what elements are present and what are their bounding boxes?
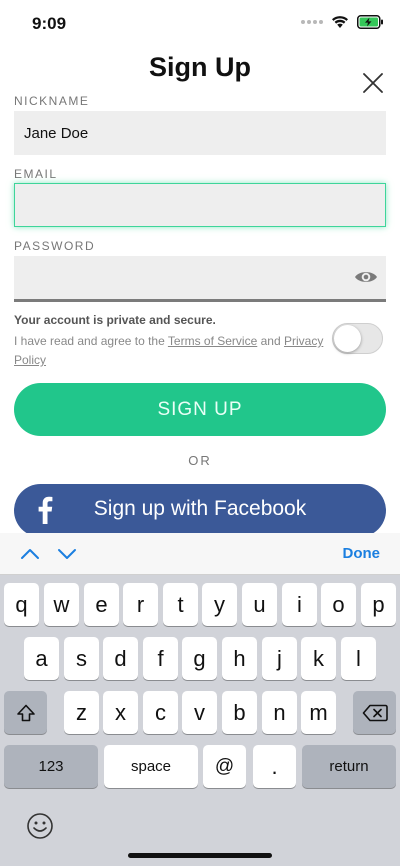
show-password-icon[interactable] [354,268,378,286]
close-icon[interactable] [360,70,386,96]
privacy-notice: Your account is private and secure. [14,313,216,327]
email-label: EMAIL [14,167,58,181]
terms-agreement-text: I have read and agree to the Terms of Se… [14,332,326,370]
terms-of-service-link[interactable]: Terms of Service [168,334,257,348]
status-time: 9:09 [32,14,67,33]
password-field-container [14,256,386,302]
password-field[interactable] [14,256,386,299]
facebook-button-label: Sign up with Facebook [93,497,307,520]
done-button[interactable]: Done [343,545,381,562]
close-button[interactable] [360,70,386,96]
key-v[interactable]: v [182,691,217,734]
key-b[interactable]: b [222,691,257,734]
key-o[interactable]: o [321,583,356,626]
numbers-key[interactable]: 123 [4,745,98,788]
key-d[interactable]: d [103,637,138,680]
password-label: PASSWORD [14,239,96,253]
backspace-key[interactable] [353,691,396,734]
email-field-container [14,183,386,227]
key-k[interactable]: k [301,637,336,680]
keyboard-accessory-bar: Done [0,533,400,575]
previous-field-icon[interactable] [19,543,41,565]
emoji-icon[interactable] [26,812,54,840]
key-h[interactable]: h [222,637,257,680]
battery-charging-icon [357,15,383,29]
terms-prefix: I have read and agree to the [14,334,165,348]
shift-icon [16,704,35,721]
key-t[interactable]: t [163,583,198,626]
next-field-icon[interactable] [56,543,78,565]
period-key[interactable]: . [253,745,296,788]
key-w[interactable]: w [44,583,79,626]
status-bar: 9:09 [0,0,400,48]
nickname-field-container [14,111,386,155]
key-c[interactable]: c [143,691,178,734]
key-l[interactable]: l [341,637,376,680]
key-p[interactable]: p [361,583,396,626]
terms-agree-toggle[interactable] [332,323,383,354]
status-icons [301,15,384,29]
wifi-icon [332,16,348,28]
toggle-knob [334,325,361,352]
key-g[interactable]: g [182,637,217,680]
space-key[interactable]: space [104,745,198,788]
cellular-signal-icon [301,20,323,24]
key-i[interactable]: i [282,583,317,626]
key-j[interactable]: j [262,637,297,680]
key-z[interactable]: z [64,691,99,734]
home-indicator [128,853,272,858]
page-title: Sign Up [149,52,251,82]
return-key[interactable]: return [302,745,396,788]
or-divider: OR [188,453,212,468]
key-q[interactable]: q [4,583,39,626]
key-s[interactable]: s [64,637,99,680]
key-y[interactable]: y [202,583,237,626]
nickname-label: NICKNAME [14,94,90,108]
sign-up-button[interactable]: SIGN UP [14,383,386,436]
email-field[interactable] [15,184,385,226]
key-f[interactable]: f [143,637,178,680]
at-key[interactable]: @ [203,745,246,788]
key-a[interactable]: a [24,637,59,680]
key-r[interactable]: r [123,583,158,626]
keyboard: Done q w e r t y u i o p a s d f g h j k… [0,533,400,866]
key-u[interactable]: u [242,583,277,626]
terms-and: and [260,334,281,348]
key-n[interactable]: n [262,691,297,734]
key-m[interactable]: m [301,691,336,734]
facebook-signup-button[interactable]: Sign up with Facebook [14,484,386,537]
key-e[interactable]: e [84,583,119,626]
key-x[interactable]: x [103,691,138,734]
nickname-field[interactable] [14,111,386,155]
shift-key[interactable] [4,691,47,734]
backspace-icon [362,704,388,721]
